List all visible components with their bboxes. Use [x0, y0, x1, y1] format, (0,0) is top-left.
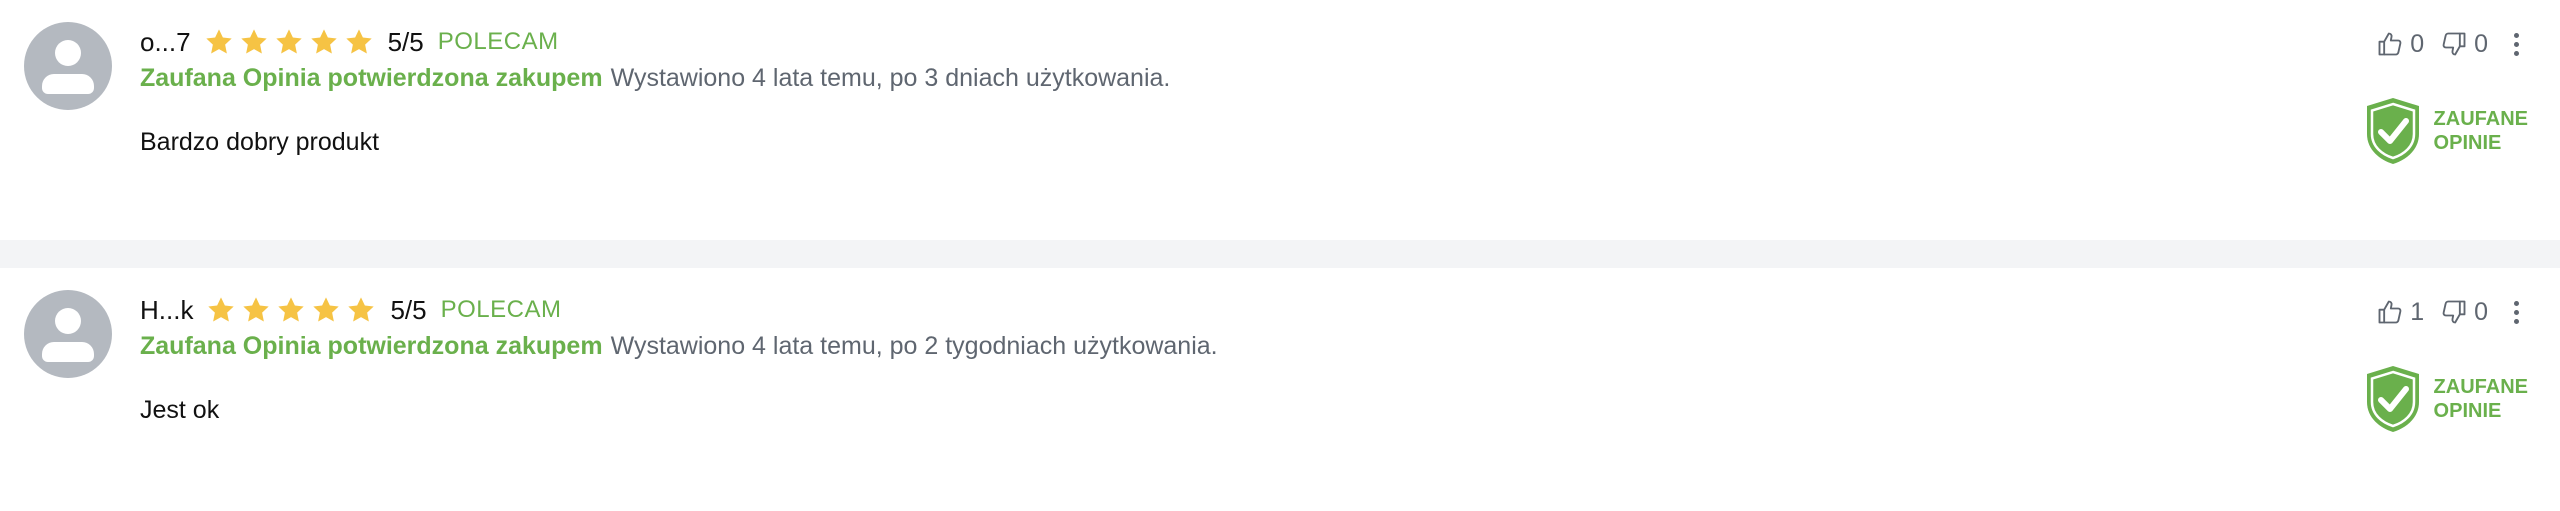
- reviews-list: o...7 5/5 POLECAM Zaufana Opinia potwier…: [0, 0, 2560, 511]
- star-rating: [205, 294, 380, 326]
- review-item: o...7 5/5 POLECAM Zaufana Opinia potwier…: [0, 0, 2560, 240]
- review-author: H...k: [140, 294, 194, 325]
- star-icon: [310, 294, 342, 326]
- rating-score: 5/5: [387, 26, 424, 57]
- like-count: 1: [2410, 297, 2425, 326]
- review-date: Wystawiono 4 lata temu, po 2 tygodniach …: [610, 331, 1218, 360]
- star-icon: [205, 294, 237, 326]
- review-item: H...k 5/5 POLECAM Zaufana Opinia potwier…: [0, 268, 2560, 511]
- verified-purchase-label: Zaufana Opinia potwierdzona zakupem: [140, 331, 603, 360]
- star-icon: [273, 26, 305, 58]
- review-actions: 1 0: [2360, 294, 2526, 330]
- star-icon: [345, 294, 377, 326]
- star-rating: [203, 26, 378, 58]
- trusted-reviews-badge: ZAUFANE OPINIE: [2364, 96, 2528, 166]
- review-actions: 0 0: [2360, 26, 2526, 62]
- review-meta: Zaufana Opinia potwierdzona zakupem Wyst…: [140, 62, 1170, 94]
- dislike-count: 0: [2474, 29, 2488, 58]
- star-icon: [238, 26, 270, 58]
- more-vertical-icon[interactable]: [2506, 28, 2526, 60]
- star-icon: [203, 26, 235, 58]
- review-divider: [0, 240, 2560, 268]
- user-avatar-icon: [24, 22, 112, 110]
- review-content: Bardzo dobry produkt: [140, 128, 380, 156]
- recommend-label: POLECAM: [437, 28, 559, 55]
- review-header: o...7 5/5 POLECAM: [140, 26, 559, 58]
- dislike-button[interactable]: 0: [2440, 298, 2488, 327]
- thumbs-up-icon: [2376, 298, 2404, 326]
- verified-purchase-label: Zaufana Opinia potwierdzona zakupem: [140, 63, 603, 92]
- more-vertical-icon[interactable]: [2506, 296, 2526, 328]
- like-count: 0: [2410, 29, 2425, 58]
- review-author: o...7: [140, 26, 191, 57]
- review-header: H...k 5/5 POLECAM: [140, 294, 561, 326]
- star-icon: [240, 294, 272, 326]
- badge-text: ZAUFANE OPINIE: [2433, 376, 2528, 422]
- star-icon: [343, 26, 375, 58]
- recommend-label: POLECAM: [440, 296, 562, 323]
- shield-check-icon: [2364, 364, 2422, 434]
- dislike-count: 0: [2474, 297, 2488, 326]
- badge-text: ZAUFANE OPINIE: [2433, 108, 2528, 154]
- dislike-button[interactable]: 0: [2440, 30, 2488, 59]
- rating-score: 5/5: [390, 294, 427, 325]
- star-icon: [275, 294, 307, 326]
- star-icon: [308, 26, 340, 58]
- review-content: Jest ok: [140, 396, 220, 424]
- user-avatar-icon: [24, 290, 112, 378]
- shield-check-icon: [2364, 96, 2422, 166]
- thumbs-up-icon: [2376, 30, 2404, 58]
- like-button[interactable]: 1: [2376, 298, 2424, 327]
- review-date: Wystawiono 4 lata temu, po 3 dniach użyt…: [610, 63, 1171, 92]
- trusted-reviews-badge: ZAUFANE OPINIE: [2364, 364, 2528, 434]
- review-meta: Zaufana Opinia potwierdzona zakupem Wyst…: [140, 330, 1218, 362]
- like-button[interactable]: 0: [2376, 30, 2424, 59]
- thumbs-down-icon: [2440, 30, 2468, 58]
- thumbs-down-icon: [2440, 298, 2468, 326]
